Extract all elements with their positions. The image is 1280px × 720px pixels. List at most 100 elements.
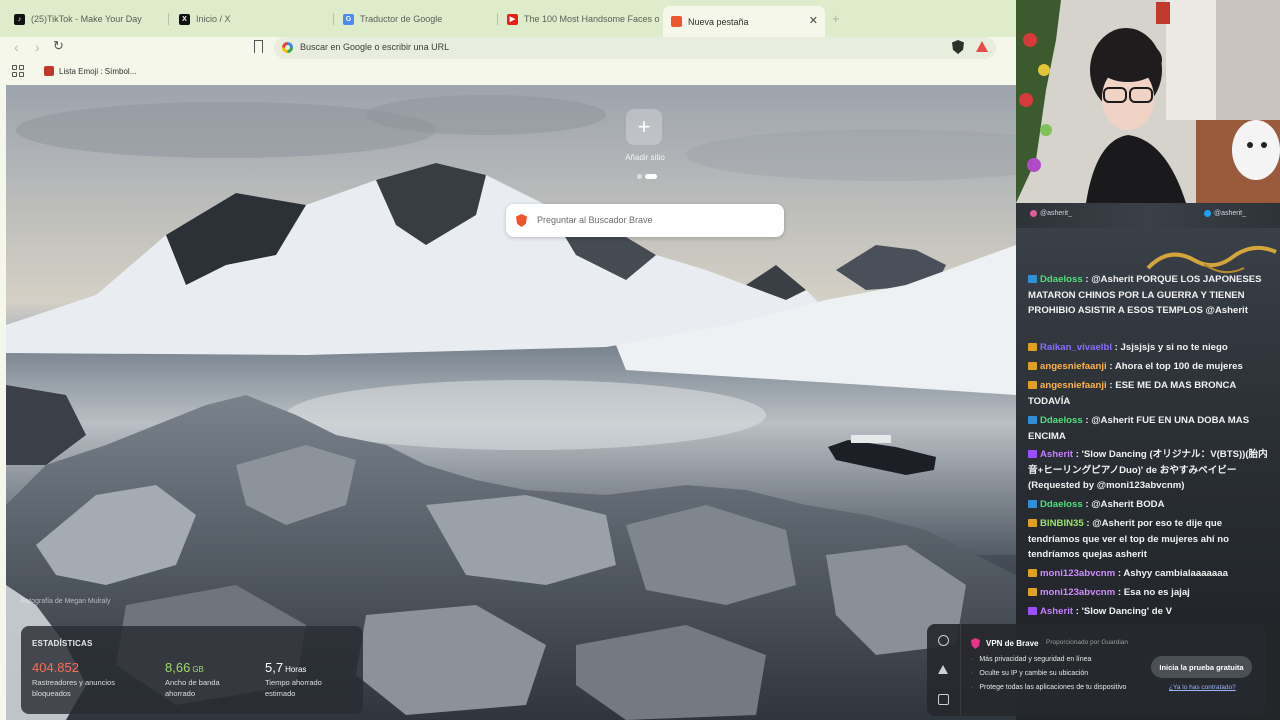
chat-badge-icon (1028, 275, 1037, 283)
stat-value: 404.852 (32, 660, 79, 675)
widget-sidebar (927, 624, 961, 716)
chat-username[interactable]: moni123abvcnm (1040, 587, 1115, 598)
apps-grid-icon[interactable] (12, 65, 24, 77)
tiktok-icon: ♪ (14, 13, 25, 25)
address-bar[interactable]: Buscar en Google o escribir una URL (274, 37, 996, 59)
tab-tiktok[interactable]: ♪ (25)TikTok - Make Your Day (6, 7, 166, 31)
toolbar: ‹ › ↻ Buscar en Google o escribir una UR… (0, 37, 1016, 59)
social-icon (1030, 210, 1037, 217)
vpn-shield-icon[interactable] (938, 635, 949, 646)
x-icon: X (179, 13, 190, 25)
vpn-widget: VPN de Brave Proporcionado por Guardian … (927, 624, 1265, 716)
chat-message: angesniefaanji : Ahora el top 100 de muj… (1028, 359, 1268, 375)
brave-search-box[interactable]: Preguntar al Buscador Brave (506, 204, 784, 237)
chat-username[interactable]: moni123abvcnm (1040, 568, 1115, 579)
chat-message: Ddaeloss : @Asherit BODA (1028, 497, 1268, 513)
chat-username[interactable]: Ddaeloss (1040, 499, 1083, 510)
chat-badge-icon (1028, 362, 1037, 370)
photo-credit[interactable]: Fotografía de Megan Mulraly (21, 598, 111, 605)
screen: ♪ (25)TikTok - Make Your Day X Inicio / … (0, 0, 1280, 720)
chat-text: : Esa no es jajaj (1117, 587, 1190, 598)
chat-username[interactable]: Ddaeloss (1040, 274, 1083, 285)
chat-message: Raikan_vivaelbl : Jsjsjsjs y si no te ni… (1028, 340, 1268, 356)
chat-message: Asherit : 'Slow Dancing' de V (1028, 604, 1268, 620)
handle-left: @asherit_ (1030, 210, 1072, 217)
stat-desc: Rastreadores y anuncios (32, 678, 115, 687)
brave-rewards-icon[interactable] (976, 41, 988, 52)
pagination-dots (637, 174, 657, 179)
chat-username[interactable]: angesniefaanji (1040, 380, 1107, 391)
stream-overlay: @asherit_ @asherit_ Ddaeloss : @Asherit … (1016, 0, 1280, 720)
chat-message: Ddaeloss : @Asherit FUE EN UNA DOBA MAS … (1028, 413, 1268, 444)
tab-x[interactable]: X Inicio / X (171, 7, 331, 31)
address-bar-placeholder: Buscar en Google o escribir una URL (300, 42, 450, 52)
back-icon[interactable]: ‹ (14, 39, 19, 55)
chat-username[interactable]: Raikan_vivaelbl (1040, 342, 1112, 353)
google-translate-icon: G (343, 13, 354, 25)
chat-badge-icon (1028, 416, 1037, 424)
vpn-title: VPN de Brave (986, 639, 1039, 648)
stat-time: 5,7 Horas Tiempo ahorrado estimado (265, 660, 322, 699)
chat-username[interactable]: Asherit (1040, 449, 1073, 460)
handle-text: @asherit_ (1214, 210, 1247, 217)
new-tab-page: + Añadir sitio Preguntar al Buscador Bra… (6, 85, 1016, 720)
reload-icon[interactable]: ↻ (53, 38, 64, 54)
emoji-list-icon (44, 66, 54, 76)
youtube-icon: ▶ (507, 13, 518, 25)
chat-message: angesniefaanji : ESE ME DA MAS BRONCA TO… (1028, 378, 1268, 409)
vpn-provider: Proporcionado por Guardian (1046, 639, 1129, 646)
stat-unit: GB (192, 665, 204, 674)
tab-strip: ♪ (25)TikTok - Make Your Day X Inicio / … (0, 0, 1016, 37)
new-tab-plus-icon[interactable]: + (832, 11, 840, 26)
chat-username[interactable]: angesniefaanji (1040, 361, 1107, 372)
stat-trackers: 404.852 Rastreadores y anuncios bloqueado… (32, 660, 115, 699)
close-tab-icon[interactable]: ✕ (809, 14, 818, 27)
tab-label: (25)TikTok - Make Your Day (31, 14, 142, 24)
chat-badge-icon (1028, 381, 1037, 389)
tab-label: Inicio / X (196, 14, 231, 24)
page-dot[interactable] (637, 174, 642, 179)
bookmarks-bar: Lista Emoji : Símbol... (0, 59, 1016, 85)
chat-badge-icon (1028, 569, 1037, 577)
chat-message: BINBIN35 : @Asherit por eso te dije que … (1028, 516, 1268, 563)
start-trial-button[interactable]: Inicia la prueba gratuita (1151, 656, 1252, 678)
news-icon[interactable] (938, 694, 949, 705)
chat-username[interactable]: Ddaeloss (1040, 415, 1083, 426)
add-site-button[interactable]: + (626, 109, 662, 145)
chat-badge-icon (1028, 607, 1037, 615)
handle-right: @asherit_ (1204, 210, 1246, 217)
stat-value: 8,66 (165, 660, 191, 675)
chat-text: : 'Slow Dancing' de V (1075, 606, 1172, 617)
chat-message: moni123abvcnm : Ashyy cambialaaaaaaa (1028, 566, 1268, 582)
forward-icon[interactable]: › (35, 39, 40, 55)
rewards-icon[interactable] (938, 665, 948, 674)
chat-badge-icon (1028, 500, 1037, 508)
stat-desc: ahorrado (165, 689, 196, 698)
bookmark-icon[interactable] (254, 40, 263, 53)
tab-google-translate[interactable]: G Traductor de Google (335, 7, 495, 31)
bookmark-label: Lista Emoji : Símbol... (59, 66, 137, 76)
dragon-decoration (1146, 245, 1277, 274)
tab-youtube[interactable]: ▶ The 100 Most Handsome Faces of 20 (499, 7, 659, 31)
tab-label: Traductor de Google (360, 14, 443, 24)
tab-separator (497, 13, 498, 25)
page-dot-active[interactable] (645, 174, 657, 179)
chat-username[interactable]: BINBIN35 (1040, 518, 1084, 529)
tab-new-tab[interactable]: Nueva pestaña ✕ (663, 6, 825, 37)
chat-text: : Ashyy cambialaaaaaaa (1117, 568, 1228, 579)
search-placeholder: Preguntar al Buscador Brave (537, 215, 653, 225)
chat-badge-icon (1028, 343, 1037, 351)
handle-text: @asherit_ (1040, 210, 1073, 217)
webcam-image (1016, 0, 1280, 203)
brave-search-icon (516, 214, 527, 227)
browser-window: ♪ (25)TikTok - Make Your Day X Inicio / … (0, 0, 1016, 720)
vpn-feature: Oculte su IP y cambie su ubicación (971, 670, 1088, 677)
already-purchased-link[interactable]: ¿Ya lo has contratado? (1169, 684, 1236, 691)
chat-username[interactable]: Asherit (1040, 606, 1073, 617)
add-site-label: Añadir sitio (625, 153, 665, 162)
chat-text: : Ahora el top 100 de mujeres (1109, 361, 1243, 372)
stat-value: 5,7 (265, 660, 284, 675)
chat-text: : @Asherit BODA (1085, 499, 1165, 510)
bookmark-item[interactable]: Lista Emoji : Símbol... (44, 66, 136, 76)
tab-separator (168, 13, 169, 25)
